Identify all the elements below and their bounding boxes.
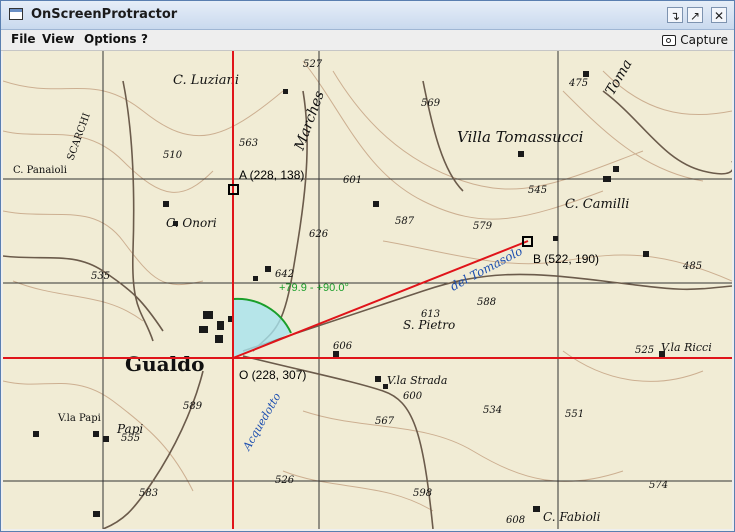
- elevation-label: 510: [163, 150, 183, 161]
- app-window: OnScreenProtractor ↴ ↗ ✕ File View Optio…: [0, 0, 735, 532]
- place-name: C. Onori: [166, 216, 217, 230]
- menu-bar: File View Options ? Capture: [1, 30, 734, 51]
- capture-button[interactable]: Capture: [662, 31, 728, 49]
- place-name: Gualdo: [125, 352, 205, 376]
- elevation-label: 589: [183, 401, 203, 412]
- elevation-label: 613: [421, 309, 440, 320]
- elevation-label: 555: [121, 433, 140, 444]
- elevation-label: 642: [275, 269, 294, 280]
- place-name: C. Camilli: [565, 197, 629, 212]
- elevation-label: 551: [565, 409, 584, 420]
- place-name: V.la Strada: [387, 374, 447, 387]
- elevation-label: 574: [649, 480, 668, 491]
- place-name: V.la Papi: [57, 413, 101, 424]
- menu-view[interactable]: View: [42, 32, 74, 46]
- place-name: C. Fabioli: [543, 510, 601, 524]
- elevation-label: 567: [375, 416, 395, 427]
- point-a-label: A (228, 138): [239, 168, 304, 182]
- elevation-label: 587: [395, 216, 415, 227]
- elevation-label: 598: [413, 488, 432, 499]
- place-name: Villa Tomassucci: [457, 128, 584, 146]
- point-o-label: O (228, 307): [239, 368, 306, 382]
- maximize-icon[interactable]: ↗: [687, 7, 703, 23]
- elevation-label: 606: [333, 341, 353, 352]
- elevation-label: 588: [477, 297, 496, 308]
- camera-icon: [662, 34, 677, 46]
- angle-readout: +79.9 - +90.0°: [279, 282, 349, 294]
- capture-label: Capture: [680, 33, 728, 47]
- elevation-label: 527: [303, 59, 323, 70]
- map-view[interactable]: C. Luziani Villa Tomassucci C. Panaioli …: [3, 51, 732, 529]
- elevation-label: 534: [483, 405, 502, 416]
- title-bar[interactable]: OnScreenProtractor ↴ ↗ ✕: [1, 1, 734, 30]
- elevation-label: 563: [239, 138, 258, 149]
- elevation-label: 569: [421, 98, 441, 109]
- elevation-label: 525: [635, 345, 654, 356]
- elevation-label: 600: [403, 391, 423, 402]
- menu-help[interactable]: ?: [141, 32, 148, 46]
- point-b-label: B (522, 190): [533, 252, 599, 266]
- close-icon[interactable]: ✕: [711, 7, 727, 23]
- elevation-label: 545: [528, 185, 547, 196]
- elevation-label: 535: [91, 271, 110, 282]
- menu-file[interactable]: File: [11, 32, 36, 46]
- elevation-label: 579: [473, 221, 493, 232]
- elevation-label: 601: [343, 175, 362, 186]
- place-name: C. Panaioli: [13, 165, 67, 176]
- window-title: OnScreenProtractor: [31, 7, 178, 22]
- minimize-icon[interactable]: ↴: [667, 7, 683, 23]
- elevation-label: 608: [506, 515, 525, 526]
- elevation-label: 583: [139, 488, 158, 499]
- elevation-label: 626: [309, 229, 329, 240]
- elevation-label: 485: [682, 261, 702, 272]
- elevation-label: 526: [275, 475, 295, 486]
- map-canvas: C. Luziani Villa Tomassucci C. Panaioli …: [3, 51, 732, 529]
- place-name: C. Luziani: [173, 73, 239, 88]
- app-window-icon: [9, 8, 23, 20]
- elevation-label: 475: [568, 78, 588, 89]
- menu-options[interactable]: Options: [84, 32, 137, 46]
- place-name: V.la Ricci: [661, 341, 712, 354]
- place-name: S. Pietro: [403, 318, 455, 332]
